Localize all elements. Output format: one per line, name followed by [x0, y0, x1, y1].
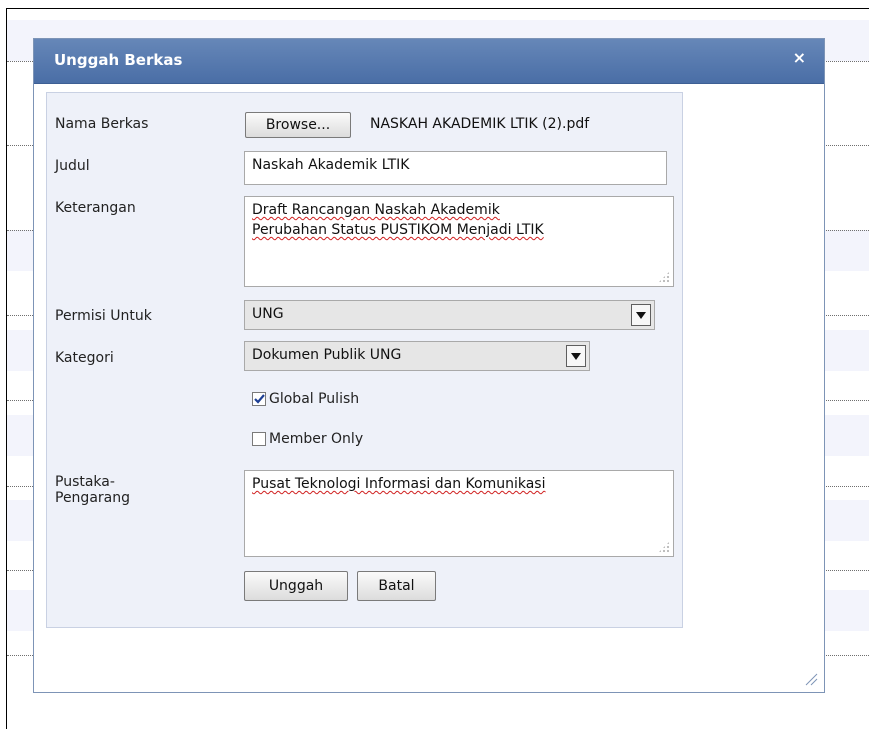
resize-grip-icon[interactable] [658, 541, 670, 553]
dialog-titlebar[interactable]: Unggah Berkas × [34, 39, 824, 84]
permission-label: Permisi Untuk [55, 308, 152, 324]
description-textarea[interactable]: Draft Rancangan Naskah Akademik Perubaha… [244, 196, 674, 287]
description-label: Keterangan [55, 200, 136, 216]
author-label: Pustaka- Pengarang [55, 474, 130, 506]
category-label: Kategori [55, 350, 114, 366]
resize-grip-icon[interactable] [658, 271, 670, 283]
checkbox-box[interactable] [252, 432, 266, 446]
dialog-title: Unggah Berkas [54, 51, 183, 69]
global-publish-label: Global Pulish [269, 391, 360, 407]
description-line-2: Perubahan Status PUSTIKOM Menjadi LTIK [252, 222, 544, 238]
member-only-label: Member Only [269, 431, 364, 447]
category-select[interactable]: Dokumen Publik UNG [244, 341, 590, 371]
permission-select[interactable]: UNG [244, 300, 655, 330]
chevron-down-icon[interactable] [566, 345, 586, 367]
checkmark-icon[interactable] [252, 392, 266, 406]
author-value: Pusat Teknologi Informasi dan Komunikasi [252, 476, 546, 492]
upload-form: Nama Berkas Browse... NASKAH AKADEMIK LT… [46, 92, 683, 628]
upload-button[interactable]: Unggah [244, 571, 348, 601]
resize-grip-icon[interactable] [804, 672, 818, 686]
global-publish-checkbox[interactable]: Global Pulish [252, 391, 359, 407]
close-icon[interactable]: × [793, 48, 806, 67]
member-only-checkbox[interactable]: Member Only [252, 431, 363, 447]
selected-filename: NASKAH AKADEMIK LTIK (2).pdf [370, 116, 590, 132]
cancel-button[interactable]: Batal [357, 571, 436, 601]
title-label: Judul [55, 158, 90, 174]
description-line-1: Draft Rancangan Naskah Akademik [252, 202, 500, 218]
upload-dialog: Unggah Berkas × Nama Berkas Browse... NA… [33, 38, 825, 693]
title-input[interactable]: Naskah Akademik LTIK [244, 151, 667, 185]
browse-button[interactable]: Browse... [245, 112, 351, 138]
author-textarea[interactable]: Pusat Teknologi Informasi dan Komunikasi [244, 470, 674, 557]
file-label: Nama Berkas [55, 116, 149, 132]
permission-selected: UNG [252, 306, 284, 322]
chevron-down-icon[interactable] [631, 304, 651, 326]
category-selected: Dokumen Publik UNG [252, 347, 402, 363]
